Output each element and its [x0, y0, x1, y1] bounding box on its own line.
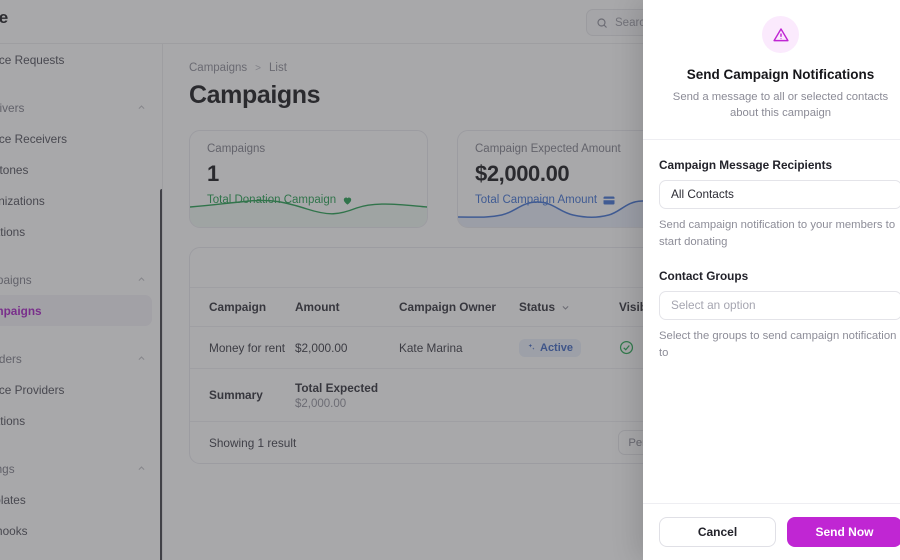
field-label: Contact Groups — [659, 268, 749, 283]
field-campaign-message-recipients: Campaign Message Recipients All Contacts… — [659, 158, 900, 251]
recipients-select[interactable]: All Contacts — [659, 179, 900, 209]
contact-groups-placeholder: Select an option — [671, 298, 756, 313]
cancel-button[interactable]: Cancel — [659, 517, 776, 547]
field-help-text: Send campaign notification to your membe… — [659, 218, 896, 248]
recipients-value: All Contacts — [671, 187, 734, 202]
send-campaign-notifications-modal: Send Campaign Notifications Send a messa… — [643, 0, 900, 560]
modal-subtitle: Send a message to all or selected contac… — [672, 91, 889, 120]
warning-icon-badge — [762, 16, 799, 53]
field-label: Campaign Message Recipients — [659, 157, 833, 172]
warning-triangle-icon — [772, 27, 789, 41]
screen-root: Circle Search Service Requests Receivers — [0, 0, 900, 560]
modal-title: Send Campaign Notifications — [686, 67, 875, 82]
contact-groups-select[interactable]: Select an option — [659, 290, 900, 320]
modal-header: Send Campaign Notifications Send a messa… — [643, 0, 900, 140]
send-now-button[interactable]: Send Now — [787, 517, 900, 547]
field-contact-groups: Contact Groups Select an option Select t… — [659, 269, 900, 362]
modal-body: Campaign Message Recipients All Contacts… — [643, 140, 900, 503]
field-help-text: Select the groups to send campaign notif… — [659, 329, 897, 359]
modal-footer: Cancel Send Now — [643, 503, 900, 560]
